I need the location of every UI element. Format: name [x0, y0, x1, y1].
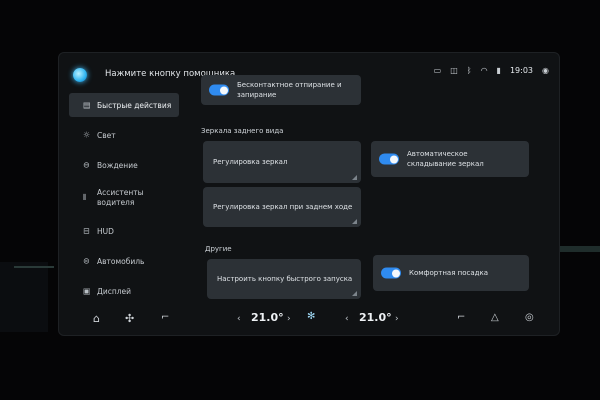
infotainment-screen: Нажмите кнопку помощника ▭ ◫ ᛒ ◠ ▮ 19:03…: [58, 52, 560, 336]
clock: 19:03: [509, 65, 534, 75]
expand-corner-icon: [352, 219, 357, 224]
mirror-adjust-card[interactable]: Регулировка зеркал: [203, 141, 361, 183]
sidebar-item-display[interactable]: ▣ Дисплей: [69, 279, 179, 303]
car-icon: ⊜: [83, 256, 90, 266]
auto-fold-label: Автоматическое складывание зеркал: [407, 150, 484, 168]
steering-wheel-icon: ⊖: [83, 160, 90, 170]
quick-button-card[interactable]: Настроить кнопку быстрого запуска: [207, 259, 361, 299]
sidebar-item-label: Свет: [97, 130, 116, 140]
mirrors-section-title: Зеркала заднего вида: [201, 127, 284, 135]
mirror-adjust-label: Регулировка зеркал: [213, 158, 288, 166]
other-section-title: Другие: [205, 245, 232, 253]
sidebar-item-driving[interactable]: ⊖ Вождение: [69, 153, 179, 177]
mirror-reverse-label: Регулировка зеркал при заднем ходе: [213, 203, 353, 211]
expand-corner-icon: [352, 175, 357, 180]
right-temp-value: 21.0°: [359, 311, 392, 324]
sidebar-item-label: Дисплей: [97, 286, 132, 296]
right-temp-decrease[interactable]: ‹: [345, 314, 349, 324]
left-temp-decrease[interactable]: ‹: [237, 314, 241, 324]
apps-icon[interactable]: ✣: [125, 312, 134, 325]
seat-icon[interactable]: ⌐: [161, 312, 169, 323]
sidebar-item-label: Автомобиль: [97, 256, 145, 266]
keyless-entry-card[interactable]: Бесконтактное отпирание и запирание: [201, 75, 361, 105]
mirror-reverse-card[interactable]: Регулировка зеркал при заднем ходе: [203, 187, 361, 227]
settings-icon[interactable]: ◎: [525, 312, 534, 323]
message-icon[interactable]: ▭: [434, 66, 442, 75]
sidebar-item-label: Вождение: [97, 160, 138, 170]
profile-icon[interactable]: ◉: [542, 66, 549, 75]
sidebar-item-driver-assist[interactable]: ⫴ Ассистенты водителя: [69, 183, 179, 213]
sidebar: ▤ Быстрые действия ☼ Свет ⊖ Вождение ⫴ А…: [69, 93, 179, 309]
expand-corner-icon: [352, 291, 357, 296]
comfort-entry-card[interactable]: Комфортная посадка: [373, 255, 529, 291]
sidebar-item-quick-actions[interactable]: ▤ Быстрые действия: [69, 93, 179, 117]
passenger-seat-icon[interactable]: ⌐: [457, 312, 465, 323]
ambient-light-strip-left: [14, 266, 54, 268]
dashboard-trim-left: [0, 262, 48, 332]
voice-assistant-icon[interactable]: [73, 68, 87, 82]
sidebar-item-light[interactable]: ☼ Свет: [69, 123, 179, 147]
keyless-entry-toggle[interactable]: [209, 84, 229, 96]
quick-button-label: Настроить кнопку быстрого запуска: [217, 275, 353, 283]
driver-assist-icon: ⫴: [83, 193, 87, 202]
display-icon: ▣: [83, 286, 91, 296]
sidebar-item-hud[interactable]: ⊟ HUD: [69, 219, 179, 243]
ambient-light-strip-right: [558, 246, 600, 252]
bottom-bar: ⌂ ✣ ⌐ ‹ 21.0° › ✻ ‹ 21.0° › ⌐ △ ◎: [59, 303, 559, 335]
comfort-entry-label: Комфортная посадка: [409, 269, 488, 277]
sidebar-item-label: HUD: [97, 226, 114, 236]
settings-content: Бесконтактное отпирание и запирание Зерк…: [189, 75, 539, 303]
wifi-icon: ◠: [480, 65, 488, 75]
auto-fold-toggle[interactable]: [379, 153, 399, 165]
sidebar-item-car[interactable]: ⊜ Автомобиль: [69, 249, 179, 273]
signal-icon: ▮: [496, 65, 501, 75]
light-icon: ☼: [83, 130, 91, 140]
keyless-entry-label: Бесконтактное отпирание и запирание: [237, 81, 342, 99]
sidebar-item-label: Быстрые действия: [97, 100, 172, 110]
audio-icon: ◫: [450, 65, 458, 75]
bluetooth-icon: ᛒ: [466, 65, 472, 75]
sidebar-item-label: Ассистенты водителя: [97, 188, 144, 207]
hud-icon: ⊟: [83, 226, 90, 236]
hazard-icon[interactable]: △: [491, 312, 499, 323]
auto-fold-card[interactable]: Автоматическое складывание зеркал: [371, 141, 529, 177]
fan-icon[interactable]: ✻: [307, 311, 315, 322]
quick-actions-icon: ▤: [83, 100, 91, 110]
left-temp-value: 21.0°: [251, 311, 284, 324]
left-temp-increase[interactable]: ›: [287, 314, 291, 324]
right-temp-increase[interactable]: ›: [395, 314, 399, 324]
home-icon[interactable]: ⌂: [93, 312, 100, 325]
comfort-entry-toggle[interactable]: [381, 267, 401, 279]
